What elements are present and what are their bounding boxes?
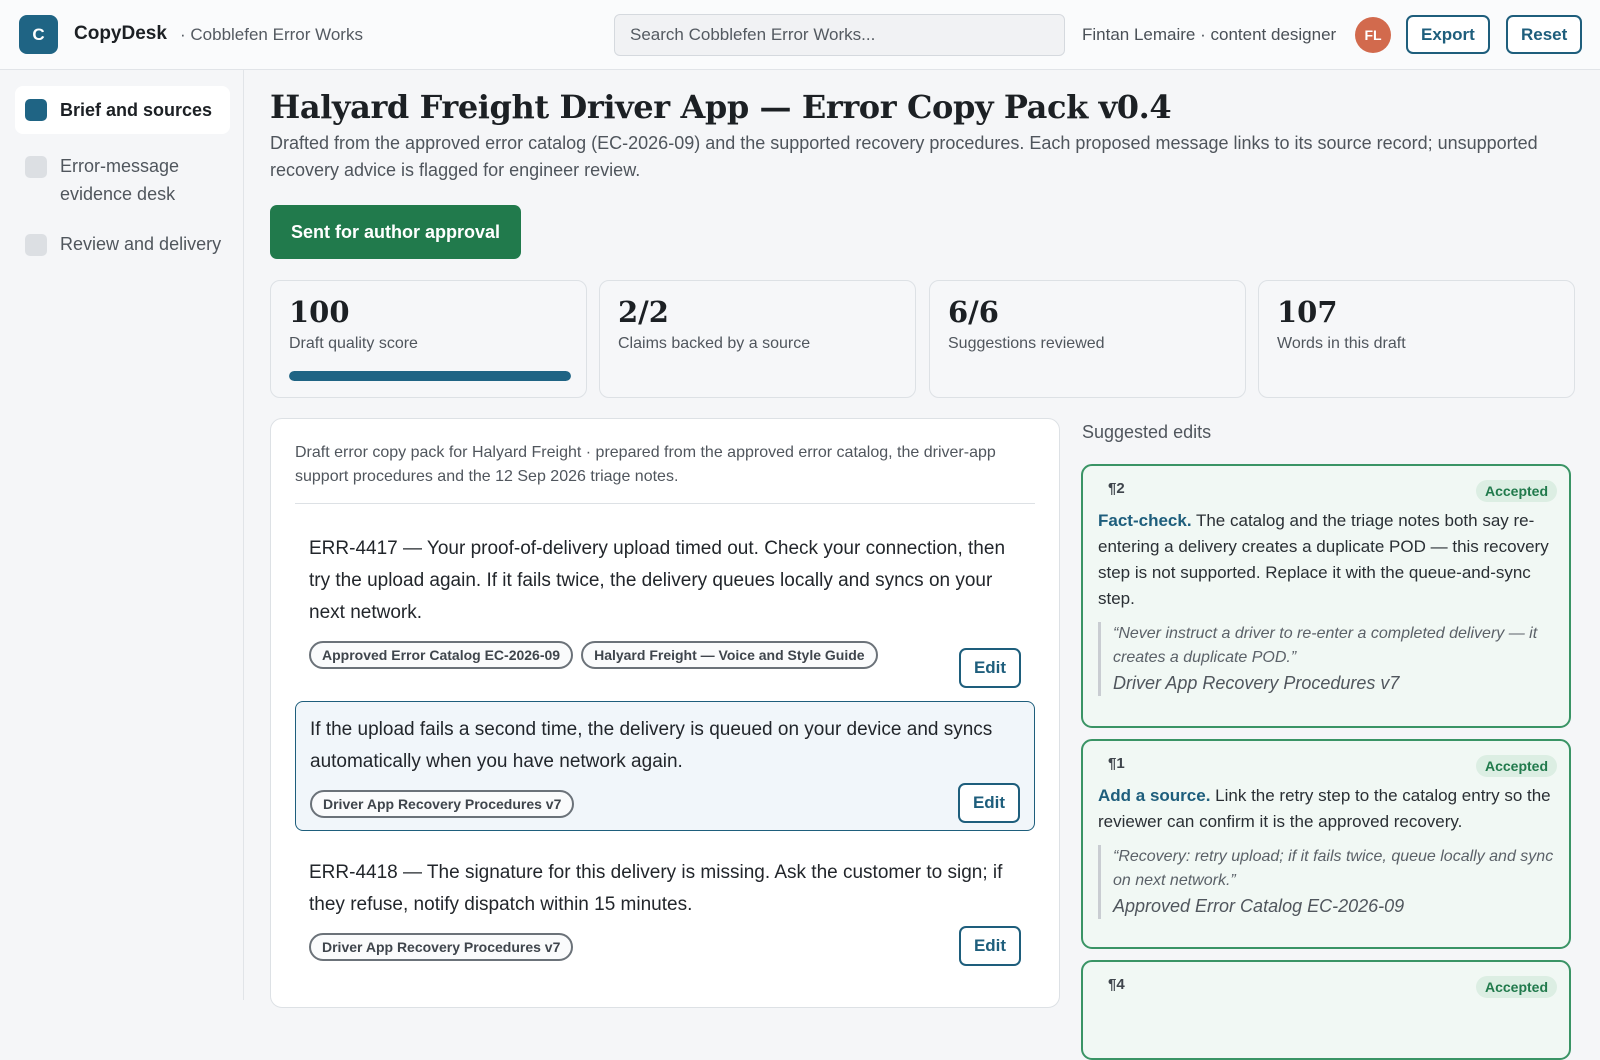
search-input[interactable] <box>614 14 1065 56</box>
quote-text: “Recovery: retry upload; if it fails twi… <box>1113 848 1554 889</box>
source-chip[interactable]: Approved Error Catalog EC-2026-09 <box>309 641 574 669</box>
paragraph-text: ERR-4417 — Your proof-of-delivery upload… <box>309 538 1006 623</box>
draft-document: Draft error copy pack for Halyard Freigh… <box>270 418 1060 1008</box>
paragraph-text: ERR-4418 — The signature for this delive… <box>309 862 1003 915</box>
sent-for-approval-button[interactable]: Sent for author approval <box>270 205 522 259</box>
sidebar: Brief and sources Error-message evidence… <box>0 70 244 1000</box>
source-chip[interactable]: Driver App Recovery Procedures v7 <box>309 933 574 961</box>
stat-card-suggestions-reviewed: 6/6 Suggestions reviewed <box>929 280 1246 398</box>
reset-button[interactable]: Reset <box>1506 15 1583 54</box>
stat-value: 6/6 <box>948 295 999 329</box>
stat-card-claims-backed: 2/2 Claims backed by a source <box>599 280 916 398</box>
page-title: Halyard Freight Driver App — Error Copy … <box>270 88 1172 126</box>
sidebar-item-label: Brief and sources <box>60 100 213 120</box>
status-badge: Accepted <box>1475 755 1557 777</box>
sidebar-item-label: Review and delivery <box>60 234 222 254</box>
suggestion-card[interactable]: ¶2 Accepted Fact-check. The catalog and … <box>1081 464 1571 728</box>
suggestion-kind: Add a source. <box>1098 786 1211 805</box>
draft-paragraph[interactable]: If the upload fails a second time, the d… <box>295 701 1035 831</box>
quote-source: Driver App Recovery Procedures v7 <box>1113 673 1400 693</box>
stat-value: 100 <box>289 295 350 329</box>
paragraph-ref: ¶2 <box>1108 480 1125 497</box>
quote-source: Approved Error Catalog EC-2026-09 <box>1113 896 1405 916</box>
source-chip[interactable]: Driver App Recovery Procedures v7 <box>310 790 575 818</box>
page-description: Drafted from the approved error catalog … <box>270 133 1538 180</box>
sidebar-item-evidence-desk[interactable]: Error-message evidence desk <box>15 146 230 214</box>
copydesk-logo-icon: C <box>19 15 58 54</box>
source-chips: Approved Error Catalog EC-2026-09 Halyar… <box>309 641 1021 669</box>
suggestion-card[interactable]: ¶1 Accepted Add a source. Link the retry… <box>1081 739 1571 949</box>
suggestion-body: Add a source. Link the retry step to the… <box>1098 783 1555 835</box>
sidebar-item-review-and-delivery[interactable]: Review and delivery <box>15 224 230 264</box>
source-chips: Driver App Recovery Procedures v7 <box>310 790 1020 818</box>
status-badge: Accepted <box>1475 480 1557 502</box>
app-name: CopyDesk <box>74 23 167 44</box>
stat-card-word-count: 107 Words in this draft <box>1258 280 1575 398</box>
quality-progress-fill <box>289 371 571 381</box>
paragraph-ref: ¶4 <box>1108 976 1125 993</box>
paragraph-text: If the upload fails a second time, the d… <box>310 719 993 772</box>
export-button[interactable]: Export <box>1406 15 1490 54</box>
stat-value: 107 <box>1277 295 1338 329</box>
status-badge: Accepted <box>1475 976 1557 998</box>
edit-button[interactable]: Edit <box>958 783 1020 823</box>
draft-paragraph[interactable]: ERR-4417 — Your proof-of-delivery upload… <box>295 521 1035 688</box>
checkbox-icon <box>25 156 47 178</box>
source-chips: Driver App Recovery Procedures v7 <box>309 933 1021 961</box>
workspace-name: · Cobblefen Error Works <box>180 25 363 44</box>
stat-label: Claims backed by a source <box>618 335 811 352</box>
suggestion-kind: Fact-check. <box>1098 511 1192 530</box>
stat-label: Draft quality score <box>289 335 418 352</box>
user-meta: Fintan Lemaire · content designer <box>1082 25 1337 44</box>
main-content: Halyard Freight Driver App — Error Copy … <box>270 70 1580 1060</box>
quote-text: “Never instruct a driver to re-enter a c… <box>1113 625 1538 666</box>
paragraph-ref: ¶1 <box>1108 755 1125 772</box>
evidence-quote: “Recovery: retry upload; if it fails twi… <box>1098 845 1555 919</box>
stat-label: Words in this draft <box>1277 335 1406 352</box>
source-chip[interactable]: Halyard Freight — Voice and Style Guide <box>581 641 878 669</box>
top-bar: C CopyDesk · Cobblefen Error Works Finta… <box>0 0 1600 70</box>
suggestions-heading: Suggested edits <box>1082 422 1212 442</box>
stat-card-quality-score: 100 Draft quality score <box>270 280 587 398</box>
sidebar-item-brief-and-sources[interactable]: Brief and sources <box>15 86 230 134</box>
edit-button[interactable]: Edit <box>959 926 1021 966</box>
stat-value: 2/2 <box>618 295 669 329</box>
avatar[interactable]: FL <box>1355 17 1391 53</box>
sidebar-item-label: Error-message evidence desk <box>60 156 180 204</box>
document-header: Draft error copy pack for Halyard Freigh… <box>295 441 1035 504</box>
suggestion-body: Fact-check. The catalog and the triage n… <box>1098 508 1555 612</box>
stat-label: Suggestions reviewed <box>948 335 1105 352</box>
edit-button[interactable]: Edit <box>959 648 1021 688</box>
checkbox-icon <box>25 234 47 256</box>
suggestion-card[interactable]: ¶4 Accepted <box>1081 960 1571 1060</box>
checkbox-icon <box>25 99 47 121</box>
draft-paragraph[interactable]: ERR-4418 — The signature for this delive… <box>295 845 1035 973</box>
evidence-quote: “Never instruct a driver to re-enter a c… <box>1098 622 1555 696</box>
quality-progress-bar <box>289 371 571 381</box>
